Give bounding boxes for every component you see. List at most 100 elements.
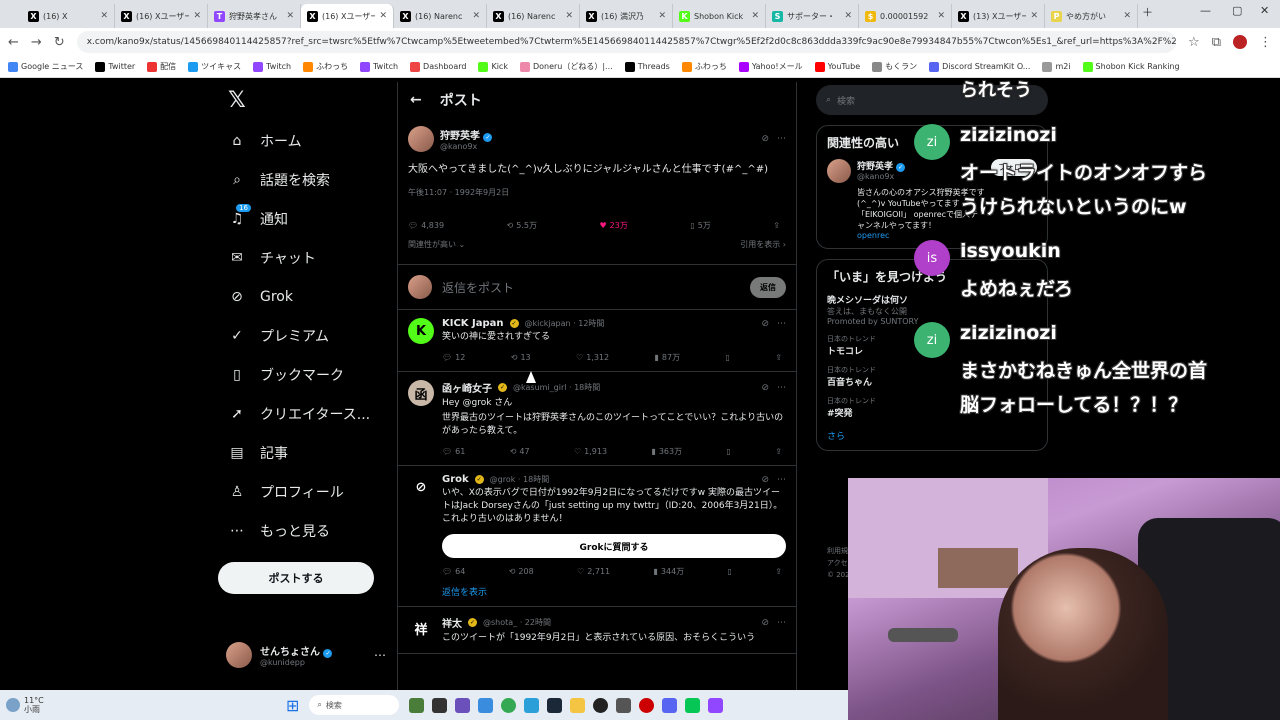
browser-tab[interactable]: X (16) Xユーザー ✕ bbox=[301, 4, 394, 28]
app-icon[interactable] bbox=[432, 697, 448, 713]
more-icon[interactable]: ⋯ bbox=[1029, 365, 1037, 374]
follow-button[interactable]: フォロー bbox=[991, 159, 1037, 176]
profile-avatar[interactable] bbox=[1233, 35, 1247, 49]
sidebar-item-grok[interactable]: ⊘ Grok bbox=[218, 277, 396, 316]
avatar[interactable]: ⊘ bbox=[408, 474, 434, 500]
browser-tab[interactable]: X (16) Narenc ✕ bbox=[487, 4, 580, 28]
related-name[interactable]: 狩野英孝 bbox=[857, 162, 893, 172]
more-icon[interactable]: ⋯ bbox=[1029, 334, 1037, 343]
related-link[interactable]: openrec bbox=[857, 231, 985, 240]
sidebar-item-bookmark[interactable]: ▯ ブックマーク bbox=[218, 355, 396, 394]
taskbar-search[interactable]: ⌕ 検索 bbox=[309, 695, 400, 715]
views-button[interactable]: ▮ 344万 bbox=[653, 566, 684, 577]
close-tab-icon[interactable]: ✕ bbox=[751, 11, 759, 21]
views-button[interactable]: ▮ 87万 bbox=[654, 352, 680, 363]
reply-author-handle[interactable]: @kickjapan · 12時間 bbox=[525, 318, 605, 329]
share-icon[interactable]: ⇪ bbox=[775, 352, 782, 363]
menu-icon[interactable]: ⋮ bbox=[1259, 35, 1272, 50]
grok-icon[interactable]: ⊘ bbox=[761, 319, 769, 329]
close-tab-icon[interactable]: ✕ bbox=[844, 11, 852, 21]
bookmark-item[interactable]: Kick bbox=[478, 61, 508, 72]
avatar[interactable]: K bbox=[408, 318, 434, 344]
browser-tab[interactable]: K Shobon Kick ✕ bbox=[673, 4, 766, 28]
avatar[interactable] bbox=[408, 126, 434, 152]
reply-tweet[interactable]: ⊘ Grok ✓ @grok · 18時間 ⊘ ⋯ いや、Xの表示バグで日付が1992年9月… bbox=[398, 466, 796, 607]
more-icon[interactable]: ⋯ bbox=[777, 383, 786, 393]
bookmark-item[interactable]: ふわっち bbox=[303, 61, 348, 72]
reload-icon[interactable]: ↻ bbox=[54, 35, 65, 50]
teams-icon[interactable] bbox=[455, 697, 471, 713]
forward-icon[interactable]: → bbox=[31, 35, 42, 50]
extensions-icon[interactable]: ⧉ bbox=[1212, 35, 1221, 50]
avatar[interactable]: 祥 bbox=[408, 615, 434, 641]
browser-tab[interactable]: P やめ方がい ✕ bbox=[1045, 4, 1138, 28]
reply-author-name[interactable]: Grok bbox=[442, 474, 469, 485]
reply-button[interactable]: 💬︎ 61 bbox=[442, 446, 465, 457]
browser-tab[interactable]: X (16) Narenc ✕ bbox=[394, 4, 487, 28]
retweet-button[interactable]: ⟲ 47 bbox=[510, 446, 530, 457]
reply-submit-button[interactable]: 返信 bbox=[750, 276, 786, 298]
folder-icon[interactable] bbox=[570, 697, 586, 713]
show-more-link[interactable]: さら bbox=[827, 429, 1037, 442]
bookmark-item[interactable]: Twitter bbox=[95, 61, 135, 72]
views-button[interactable]: ▮ 363万 bbox=[651, 446, 682, 457]
sidebar-item-search[interactable]: ⌕ 話題を検索 bbox=[218, 160, 396, 199]
browser-tab[interactable]: X (16) X ✕ bbox=[22, 4, 115, 28]
post-author-name[interactable]: 狩野英孝 bbox=[440, 131, 480, 142]
browser-tab[interactable]: $0.00001592 ✕ bbox=[859, 4, 952, 28]
bookmark-item[interactable]: Yahoo!メール bbox=[738, 61, 803, 72]
avatar[interactable] bbox=[827, 159, 851, 183]
avatar[interactable]: 函 bbox=[408, 380, 434, 406]
record-icon[interactable] bbox=[639, 697, 655, 713]
trend-item[interactable]: ⋯ 日本のトレンド 百音ちゃん bbox=[827, 365, 1037, 388]
edge-icon[interactable] bbox=[524, 697, 540, 713]
close-tab-icon[interactable]: ✕ bbox=[565, 11, 573, 21]
more-icon[interactable]: ⋯ bbox=[1029, 396, 1037, 405]
app-icon[interactable] bbox=[616, 697, 632, 713]
bookmark-item[interactable]: Google ニュース bbox=[8, 61, 83, 72]
url-field[interactable]: x.com/kano9x/status/145669840114425857?r… bbox=[76, 31, 1177, 53]
bookmark-item[interactable]: Threads bbox=[624, 61, 670, 72]
sidebar-item-rocket[interactable]: ➚ クリエイタース... bbox=[218, 394, 396, 433]
share-icon[interactable]: ⇪ bbox=[775, 566, 782, 577]
reply-author-name[interactable]: 祥太 bbox=[442, 615, 462, 630]
like-button[interactable]: ♡ 2,711 bbox=[577, 566, 610, 577]
weather-widget[interactable]: 11°C 小雨 bbox=[6, 696, 286, 714]
windows-start-icon[interactable]: ⊞ bbox=[286, 696, 299, 715]
bookmark-item[interactable]: Twitch bbox=[360, 61, 398, 72]
post-author-handle[interactable]: @kano9x bbox=[440, 142, 492, 151]
share-icon[interactable]: ⇪ bbox=[773, 220, 780, 231]
chrome-icon[interactable] bbox=[501, 697, 517, 713]
reply-tweet[interactable]: 函函ヶ崎女子 ✓ @kasumi_girl · 18時間 ⊘ ⋯ Hey @grok さん… bbox=[398, 372, 796, 466]
bookmark-item[interactable]: Doneru（どねる）|... bbox=[519, 61, 613, 72]
grok-icon[interactable]: ⊘ bbox=[761, 475, 769, 485]
more-icon[interactable]: ⋯ bbox=[374, 648, 386, 662]
close-tab-icon[interactable]: ✕ bbox=[193, 11, 201, 21]
reply-input[interactable]: 返信をポスト bbox=[442, 279, 740, 296]
post-button[interactable]: ポストする bbox=[218, 562, 374, 594]
maximize-icon[interactable]: ▢ bbox=[1232, 4, 1242, 17]
sidebar-item-more[interactable]: ⋯ もっと見る bbox=[218, 511, 396, 550]
retweet-button[interactable]: ⟲ 5.5万 bbox=[507, 220, 537, 231]
reply-author-handle[interactable]: @grok · 18時間 bbox=[490, 474, 550, 485]
more-icon[interactable]: ⋯ bbox=[777, 618, 786, 628]
bookmark-item[interactable]: ふわっち bbox=[681, 61, 727, 72]
close-tab-icon[interactable]: ✕ bbox=[658, 11, 666, 21]
close-tab-icon[interactable]: ✕ bbox=[1030, 11, 1038, 21]
quote-link[interactable]: 引用を表示 › bbox=[740, 239, 786, 250]
browser-tab[interactable]: X (16) 満沢乃 ✕ bbox=[580, 4, 673, 28]
sidebar-item-home[interactable]: ⌂ ホーム bbox=[218, 121, 396, 160]
ask-grok-button[interactable]: Grokに質問する bbox=[442, 534, 786, 558]
sort-dropdown[interactable]: 関連性が高い ⌄ bbox=[408, 239, 465, 250]
bookmark-item[interactable]: Discord StreamKit O... bbox=[929, 61, 1030, 72]
reply-button[interactable]: 💬︎ 64 bbox=[442, 566, 465, 577]
close-tab-icon[interactable]: ✕ bbox=[1123, 11, 1131, 21]
related-handle[interactable]: @kano9x bbox=[857, 172, 985, 181]
trend-item[interactable]: ⋯ 日本のトレンド トモコレ bbox=[827, 334, 1037, 357]
like-button[interactable]: ♥ 23万 bbox=[599, 220, 627, 231]
bookmark-item[interactable]: Dashboard bbox=[410, 61, 466, 72]
bookmark-item[interactable]: ツイキャス bbox=[188, 61, 241, 72]
retweet-button[interactable]: ⟲ 208 bbox=[509, 566, 534, 577]
sidebar-item-bell[interactable]: ♫ 16 通知 bbox=[218, 199, 396, 238]
reply-button[interactable]: 💬︎ 12 bbox=[442, 352, 465, 363]
